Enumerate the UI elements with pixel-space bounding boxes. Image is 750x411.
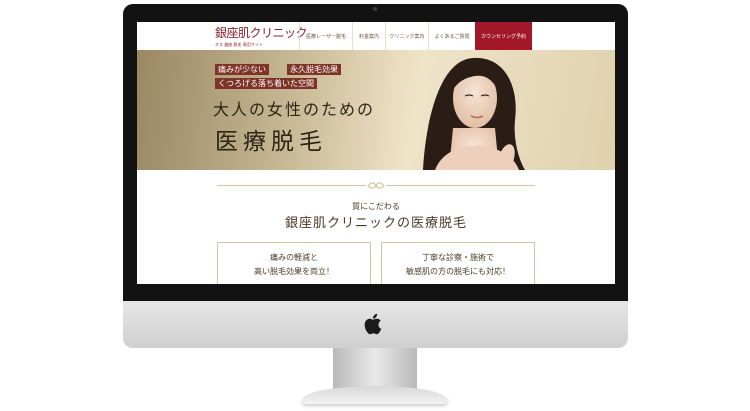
hero-headline-2: 医療脱毛: [215, 129, 327, 155]
tag-less-pain: 痛みが少ない: [215, 64, 269, 75]
clinic-logo[interactable]: 銀座肌クリニック ネス 銀座 脱毛 専用サイト: [215, 24, 308, 48]
hero-headline-1: 大人の女性のための: [213, 100, 376, 119]
tag-relaxing-space: くつろげる落ち着いた空間: [215, 78, 317, 89]
ornament-icon: [366, 181, 386, 190]
camera-dot: [373, 7, 377, 11]
logo-subtitle: ネス 銀座 脱毛 専用サイト: [215, 42, 263, 47]
section-subtitle: 質にこだわる: [352, 202, 400, 211]
apple-logo-icon: [364, 313, 382, 335]
tag-permanent-effect: 永久脱毛効果: [287, 64, 341, 75]
website-screen: 銀座肌クリニック ネス 銀座 脱毛 専用サイト 医療レーザー脱毛 料金案内 クリ…: [137, 22, 615, 284]
monitor-chin: [123, 301, 628, 348]
intro-section: 質にこだわる 銀座肌クリニックの医療脱毛 痛みの軽減と 高い脱毛効果を両立！ 丁…: [137, 170, 615, 284]
hero-banner: 痛みが少ない 永久脱毛効果 くつろげる落ち着いた空間 大人の女性のための 医療脱…: [137, 50, 615, 170]
monitor-stand-base: [302, 386, 448, 404]
logo-title: 銀座肌クリニック: [215, 26, 308, 40]
nav-clinic-info[interactable]: クリニック案内: [385, 22, 428, 50]
nav-counseling-reservation[interactable]: カウンセリング予約: [475, 22, 532, 50]
section-title: 銀座肌クリニックの医療脱毛: [284, 216, 467, 231]
nav-faq[interactable]: よくあるご質問: [428, 22, 475, 50]
feature-box-1-line1: 痛みの軽減と: [270, 253, 318, 262]
nav-laser-hair-removal[interactable]: 医療レーザー脱毛: [299, 22, 352, 50]
model-photo: [423, 57, 525, 170]
feature-box-pain-reduction: 痛みの軽減と 高い脱毛効果を両立！: [217, 242, 371, 284]
feature-box-2-line1: 丁寧な診察・施術で: [422, 253, 494, 262]
site-header: 銀座肌クリニック ネス 銀座 脱毛 専用サイト 医療レーザー脱毛 料金案内 クリ…: [137, 22, 615, 51]
feature-box-sensitive-skin: 丁寧な診察・施術で 敏感肌の方の脱毛にも対応！: [381, 242, 535, 284]
feature-box-2-line2: 敏感肌の方の脱毛にも対応！: [406, 267, 510, 276]
nav-pricing[interactable]: 料金案内: [352, 22, 385, 50]
main-nav: 医療レーザー脱毛 料金案内 クリニック案内 よくあるご質問 カウンセリング予約: [299, 22, 532, 50]
feature-box-1-line2: 高い脱毛効果を両立！: [254, 267, 334, 276]
